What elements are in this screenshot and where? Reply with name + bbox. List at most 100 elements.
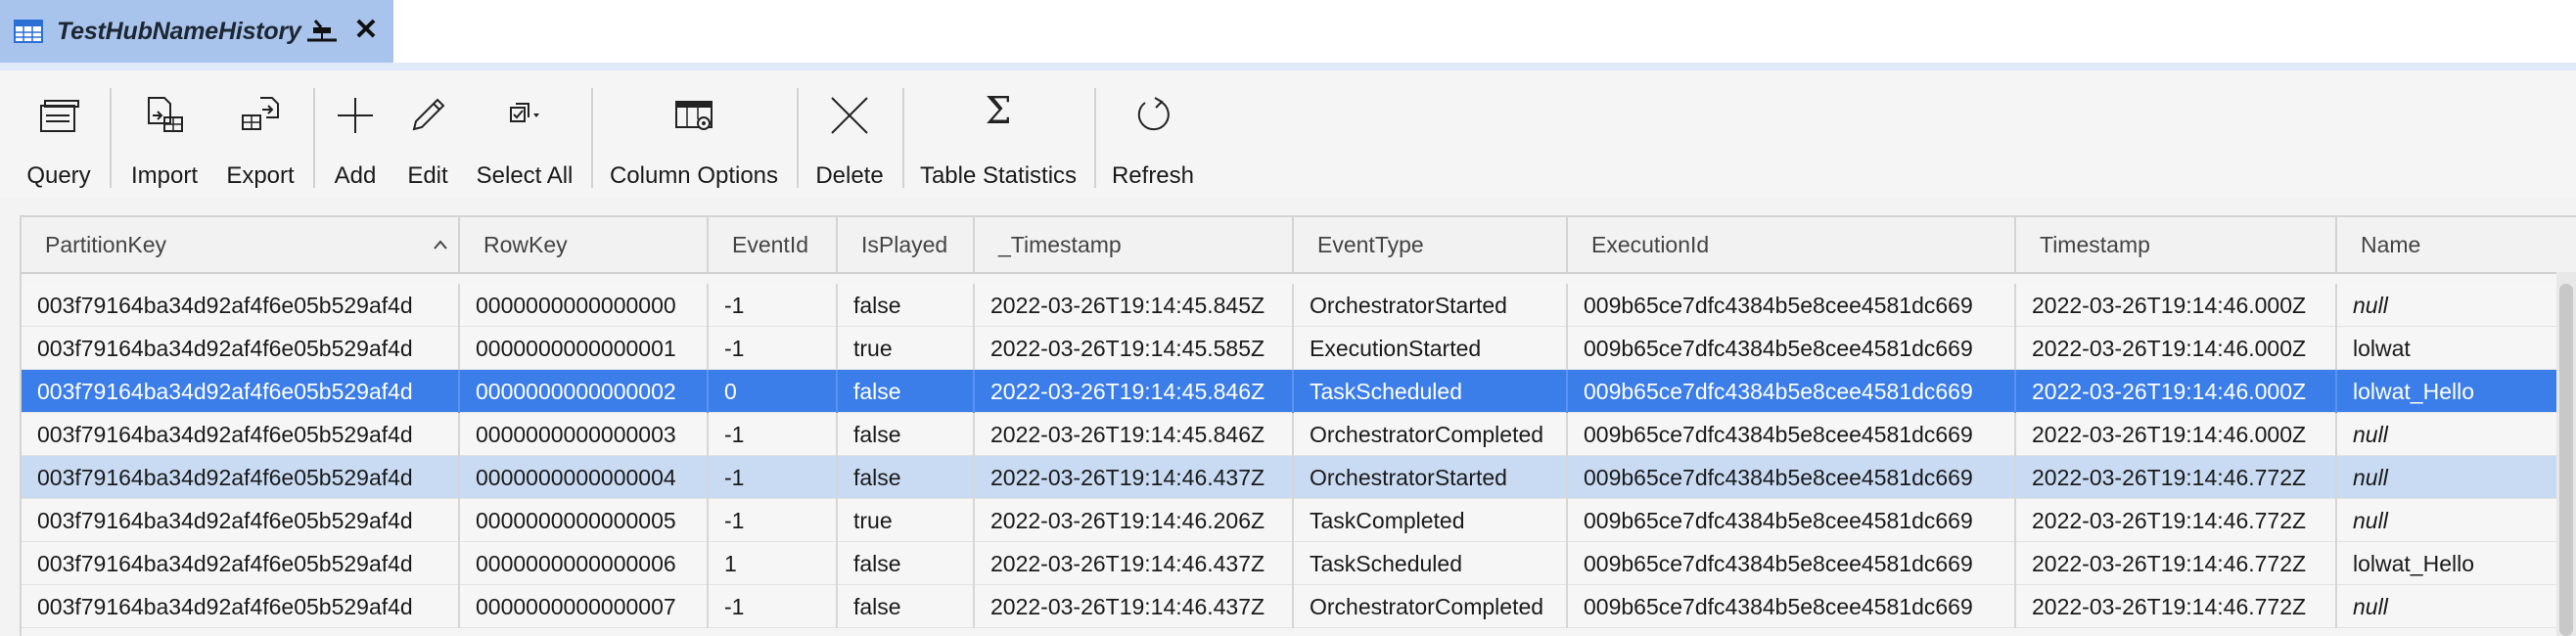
- table-cell[interactable]: 0000000000000003: [460, 413, 709, 456]
- table-cell[interactable]: TaskScheduled: [1294, 370, 1568, 413]
- edit-button[interactable]: Edit: [395, 84, 460, 192]
- table-cell[interactable]: 003f79164ba34d92af4f6e05b529af4d: [22, 542, 460, 585]
- table-cell[interactable]: 009b65ce7dfc4384b5e8cee4581dc669: [1568, 585, 2016, 628]
- table-cell[interactable]: false: [838, 542, 975, 585]
- column-header-partitionkey[interactable]: PartitionKey: [22, 217, 460, 272]
- table-cell[interactable]: 0000000000000000: [460, 284, 709, 327]
- table-cell[interactable]: OrchestratorCompleted: [1294, 413, 1568, 456]
- table-cell[interactable]: TaskCompleted: [1294, 499, 1568, 542]
- column-header-executionid[interactable]: ExecutionId: [1568, 217, 2016, 272]
- import-button[interactable]: Import: [119, 84, 209, 192]
- table-cell[interactable]: 2022-03-26T19:14:46.772Z: [2016, 542, 2337, 585]
- pin-icon[interactable]: [305, 18, 339, 43]
- table-cell[interactable]: true: [838, 327, 975, 370]
- vertical-scrollbar[interactable]: [2556, 272, 2576, 636]
- table-cell[interactable]: false: [838, 413, 975, 456]
- table-cell[interactable]: -1: [709, 284, 838, 327]
- column-header-name[interactable]: Name: [2337, 217, 2576, 272]
- table-cell[interactable]: OrchestratorCompleted: [1294, 585, 1568, 628]
- table-cell[interactable]: true: [838, 499, 975, 542]
- table-cell[interactable]: 2022-03-26T19:14:46.206Z: [975, 499, 1294, 542]
- table-cell[interactable]: -1: [709, 327, 838, 370]
- table-row[interactable]: 003f79164ba34d92af4f6e05b529af4d 00000000…: [22, 370, 2556, 413]
- table-cell[interactable]: 003f79164ba34d92af4f6e05b529af4d: [22, 585, 460, 628]
- table-cell[interactable]: false: [838, 585, 975, 628]
- table-cell[interactable]: lolwat_Hello: [2337, 542, 2556, 585]
- table-cell[interactable]: 0000000000000006: [460, 542, 709, 585]
- table-cell[interactable]: 009b65ce7dfc4384b5e8cee4581dc669: [1568, 413, 2016, 456]
- export-button[interactable]: Export: [217, 84, 303, 192]
- table-row[interactable]: 003f79164ba34d92af4f6e05b529af4d 00000000…: [22, 456, 2556, 499]
- table-cell[interactable]: TaskScheduled: [1294, 542, 1568, 585]
- column-header-timestamp[interactable]: Timestamp: [2016, 217, 2337, 272]
- table-cell[interactable]: 2022-03-26T19:14:46.000Z: [2016, 370, 2337, 413]
- table-cell[interactable]: 2022-03-26T19:14:45.585Z: [975, 327, 1294, 370]
- table-cell[interactable]: 2022-03-26T19:14:46.000Z: [2016, 284, 2337, 327]
- table-cell[interactable]: 003f79164ba34d92af4f6e05b529af4d: [22, 413, 460, 456]
- table-cell[interactable]: null: [2337, 499, 2556, 542]
- table-cell[interactable]: 2022-03-26T19:14:46.772Z: [2016, 456, 2337, 499]
- table-cell[interactable]: 0: [709, 370, 838, 413]
- table-cell[interactable]: 0000000000000001: [460, 327, 709, 370]
- table-cell[interactable]: 003f79164ba34d92af4f6e05b529af4d: [22, 499, 460, 542]
- scrollbar-thumb[interactable]: [2559, 284, 2573, 636]
- table-row[interactable]: 003f79164ba34d92af4f6e05b529af4d 00000000…: [22, 585, 2556, 628]
- table-cell[interactable]: 2022-03-26T19:14:46.000Z: [2016, 327, 2337, 370]
- table-cell[interactable]: 2022-03-26T19:14:46.437Z: [975, 542, 1294, 585]
- close-icon[interactable]: ✕: [352, 16, 380, 45]
- table-cell[interactable]: 0000000000000002: [460, 370, 709, 413]
- table-cell[interactable]: null: [2337, 585, 2556, 628]
- table-cell[interactable]: false: [838, 456, 975, 499]
- column-header-underscore-timestamp[interactable]: _Timestamp: [975, 217, 1294, 272]
- table-cell[interactable]: 003f79164ba34d92af4f6e05b529af4d: [22, 370, 460, 413]
- table-cell[interactable]: 009b65ce7dfc4384b5e8cee4581dc669: [1568, 284, 2016, 327]
- table-cell[interactable]: 2022-03-26T19:14:45.846Z: [975, 370, 1294, 413]
- table-cell[interactable]: 009b65ce7dfc4384b5e8cee4581dc669: [1568, 542, 2016, 585]
- table-cell[interactable]: 003f79164ba34d92af4f6e05b529af4d: [22, 284, 460, 327]
- table-cell[interactable]: 2022-03-26T19:14:46.437Z: [975, 585, 1294, 628]
- table-cell[interactable]: OrchestratorStarted: [1294, 456, 1568, 499]
- refresh-button[interactable]: Refresh: [1104, 84, 1202, 192]
- table-cell[interactable]: 009b65ce7dfc4384b5e8cee4581dc669: [1568, 456, 2016, 499]
- table-cell[interactable]: null: [2337, 456, 2556, 499]
- column-header-eventid[interactable]: EventId: [709, 217, 838, 272]
- table-row[interactable]: 003f79164ba34d92af4f6e05b529af4d 00000000…: [22, 284, 2556, 327]
- table-row[interactable]: 003f79164ba34d92af4f6e05b529af4d 00000000…: [22, 413, 2556, 456]
- table-row[interactable]: 003f79164ba34d92af4f6e05b529af4d 00000000…: [22, 499, 2556, 542]
- table-cell[interactable]: 0000000000000004: [460, 456, 709, 499]
- table-cell[interactable]: 003f79164ba34d92af4f6e05b529af4d: [22, 456, 460, 499]
- table-cell[interactable]: 2022-03-26T19:14:45.845Z: [975, 284, 1294, 327]
- delete-button[interactable]: Delete: [806, 84, 893, 192]
- table-cell[interactable]: null: [2337, 413, 2556, 456]
- add-button[interactable]: Add: [323, 84, 388, 192]
- table-cell[interactable]: 2022-03-26T19:14:46.000Z: [2016, 413, 2337, 456]
- table-cell[interactable]: 009b65ce7dfc4384b5e8cee4581dc669: [1568, 327, 2016, 370]
- column-header-rowkey[interactable]: RowKey: [460, 217, 709, 272]
- table-cell[interactable]: 2022-03-26T19:14:46.772Z: [2016, 585, 2337, 628]
- table-cell[interactable]: 003f79164ba34d92af4f6e05b529af4d: [22, 327, 460, 370]
- table-cell[interactable]: 2022-03-26T19:14:46.437Z: [975, 456, 1294, 499]
- table-cell[interactable]: 2022-03-26T19:14:46.772Z: [2016, 499, 2337, 542]
- select-all-button[interactable]: Select All: [468, 84, 581, 192]
- table-cell[interactable]: -1: [709, 413, 838, 456]
- table-cell[interactable]: lolwat: [2337, 327, 2556, 370]
- table-cell[interactable]: 0000000000000007: [460, 585, 709, 628]
- table-row[interactable]: 003f79164ba34d92af4f6e05b529af4d 00000000…: [22, 542, 2556, 585]
- table-cell[interactable]: OrchestratorStarted: [1294, 284, 1568, 327]
- table-cell[interactable]: 0000000000000005: [460, 499, 709, 542]
- table-cell[interactable]: -1: [709, 499, 838, 542]
- table-cell[interactable]: false: [838, 284, 975, 327]
- table-row[interactable]: 003f79164ba34d92af4f6e05b529af4d 00000000…: [22, 327, 2556, 370]
- table-cell[interactable]: ExecutionStarted: [1294, 327, 1568, 370]
- table-cell[interactable]: -1: [709, 585, 838, 628]
- table-cell[interactable]: -1: [709, 456, 838, 499]
- table-statistics-button[interactable]: Σ Table Statistics: [912, 84, 1084, 192]
- table-cell[interactable]: false: [838, 370, 975, 413]
- table-cell[interactable]: null: [2337, 284, 2556, 327]
- column-options-button[interactable]: Column Options: [601, 84, 787, 192]
- column-header-isplayed[interactable]: IsPlayed: [838, 217, 975, 272]
- table-cell[interactable]: 1: [709, 542, 838, 585]
- table-cell[interactable]: 009b65ce7dfc4384b5e8cee4581dc669: [1568, 370, 2016, 413]
- query-button[interactable]: Query: [12, 84, 106, 192]
- table-cell[interactable]: lolwat_Hello: [2337, 370, 2556, 413]
